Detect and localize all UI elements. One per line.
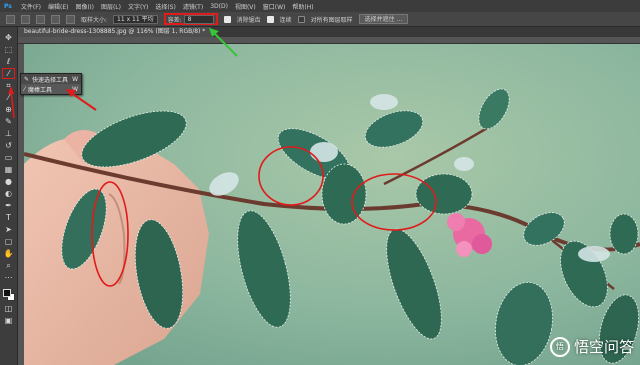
annotation-overlay xyxy=(8,28,238,119)
photoshop-window: Ps 文件(F) 编辑(E) 图像(I) 图层(L) 文字(Y) 选择(S) 滤… xyxy=(0,0,640,365)
green-arrow xyxy=(211,30,238,57)
watermark: 悟 悟空问答 xyxy=(549,336,634,357)
watermark-logo: 悟 xyxy=(549,336,570,357)
red-arrow-flyout xyxy=(69,91,97,111)
watermark-text: 悟空问答 xyxy=(573,338,634,356)
red-arrow-toolbar xyxy=(10,89,15,119)
